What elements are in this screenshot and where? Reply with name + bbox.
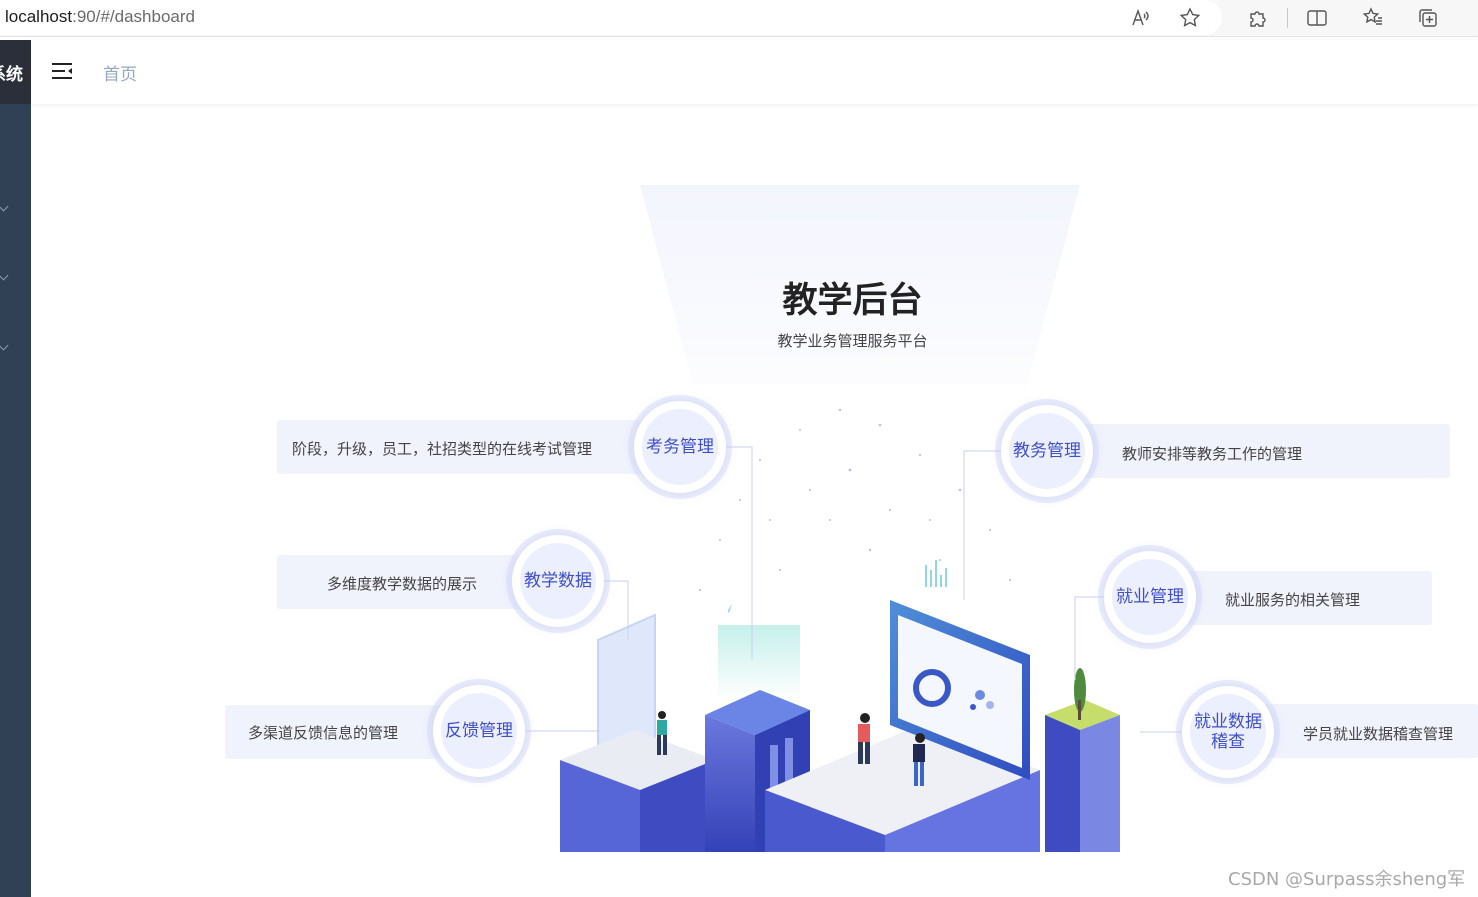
breadcrumb-home[interactable]: 首页 [103, 60, 137, 85]
menu-arrow-icon[interactable] [0, 270, 9, 281]
audit-label-line2: 稽查 [1211, 732, 1245, 752]
sidebar [0, 40, 31, 897]
data-label: 教学数据 [524, 571, 592, 591]
favorite-star-icon[interactable] [1178, 6, 1202, 30]
audit-node-button[interactable]: 就业数据 稽查 [1182, 686, 1274, 778]
split-screen-icon[interactable] [1305, 6, 1329, 30]
url-host: localhost [5, 7, 73, 26]
employment-node-button[interactable]: 就业管理 [1104, 551, 1196, 643]
favorites-icon[interactable] [1361, 6, 1385, 30]
page-title: 教学后台 [782, 281, 923, 321]
employment-desc: 就业服务的相关管理 [1225, 591, 1361, 609]
exam-desc: 阶段，升级，员工，社招类型的在线考试管理 [292, 440, 593, 458]
browser-toolbar: localhost:90/#/dashboard [0, 0, 1478, 37]
sidebar-logo[interactable]: 系统 [0, 40, 31, 104]
feedback-label: 反馈管理 [445, 721, 513, 741]
extensions-icon[interactable] [1246, 6, 1270, 30]
affairs-node-button[interactable]: 教务管理 [1001, 405, 1093, 497]
data-desc: 多维度教学数据的展示 [327, 575, 478, 593]
url-path: :90/#/dashboard [72, 7, 195, 26]
audit-label: 就业数据 稽查 [1194, 712, 1262, 752]
page-subtitle: 教学业务管理服务平台 [777, 332, 928, 350]
data-node-button[interactable]: 教学数据 [512, 535, 604, 627]
logo-text: 系统 [0, 65, 23, 85]
url-text[interactable]: localhost:90/#/dashboard [5, 7, 195, 27]
affairs-desc: 教师安排等教务工作的管理 [1122, 445, 1303, 463]
toolbar-separator [1287, 8, 1288, 28]
particle-cloud [698, 408, 1011, 592]
employment-label: 就业管理 [1116, 587, 1184, 607]
address-bar[interactable]: localhost:90/#/dashboard [0, 0, 1222, 35]
menu-arrow-icon[interactable] [0, 201, 9, 212]
navbar [31, 40, 1478, 104]
hamburger-fold-icon[interactable] [51, 60, 73, 82]
feedback-node-button[interactable]: 反馈管理 [433, 685, 525, 777]
collections-icon[interactable] [1416, 6, 1440, 30]
exam-node-button[interactable]: 考务管理 [634, 401, 726, 493]
csdn-watermark: CSDN @Surpass余sheng军 [1228, 869, 1466, 890]
feedback-desc: 多渠道反馈信息的管理 [248, 724, 399, 742]
read-aloud-icon[interactable] [1129, 6, 1153, 30]
audit-desc: 学员就业数据稽查管理 [1303, 725, 1454, 743]
audit-label-line1: 就业数据 [1194, 712, 1262, 732]
affairs-label: 教务管理 [1013, 441, 1081, 461]
menu-arrow-icon[interactable] [0, 340, 9, 351]
floating-bar-icon [925, 560, 947, 587]
exam-label: 考务管理 [646, 437, 714, 457]
